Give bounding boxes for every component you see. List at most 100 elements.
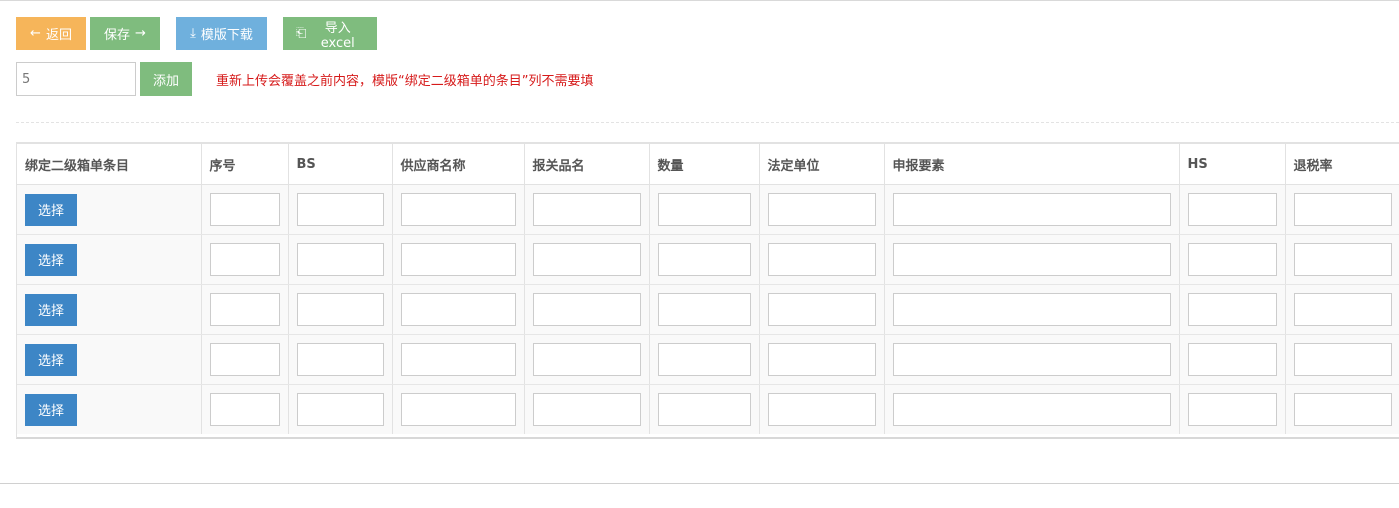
hs-cell xyxy=(1179,234,1286,285)
customs-name-input[interactable] xyxy=(532,343,641,376)
template-download-button[interactable]: ⤓ 模版下载 xyxy=(176,17,267,50)
bs-input[interactable] xyxy=(296,193,384,226)
quantity-input[interactable] xyxy=(657,293,751,326)
bs-input[interactable] xyxy=(296,243,384,276)
customs-name-cell xyxy=(524,234,650,285)
legal-unit-cell xyxy=(759,234,885,285)
add-button[interactable]: 添加 xyxy=(140,62,192,96)
legal-unit-input[interactable] xyxy=(767,193,876,226)
items-table-wrapper: 绑定二级箱单条目 序号 BS 供应商名称 报关品名 数量 法定单位 申报要素 H… xyxy=(16,142,1399,439)
seq-cell xyxy=(201,184,289,235)
tax-refund-rate-cell xyxy=(1285,234,1399,285)
bs-cell xyxy=(288,234,393,285)
col-header-seq: 序号 xyxy=(201,144,289,185)
supplier-input[interactable] xyxy=(400,243,516,276)
quantity-input[interactable] xyxy=(657,193,751,226)
supplier-input[interactable] xyxy=(400,293,516,326)
bs-cell xyxy=(288,384,393,434)
col-header-tax-refund-rate: 退税率 xyxy=(1285,144,1399,185)
col-header-bs: BS xyxy=(288,144,393,185)
col-header-declaration-elements: 申报要素 xyxy=(884,144,1180,185)
bs-input[interactable] xyxy=(296,293,384,326)
legal-unit-cell xyxy=(759,184,885,235)
tax-refund-rate-input[interactable] xyxy=(1293,293,1392,326)
legal-unit-input[interactable] xyxy=(767,293,876,326)
bs-input[interactable] xyxy=(296,343,384,376)
supplier-input[interactable] xyxy=(400,193,516,226)
seq-input[interactable] xyxy=(209,293,280,326)
file-import-icon: ⎗ xyxy=(296,26,307,41)
arrow-left-icon: ← xyxy=(30,26,41,41)
choose-button[interactable]: 选择 xyxy=(25,343,77,376)
choose-button[interactable]: 选择 xyxy=(25,393,77,426)
row-count-input[interactable] xyxy=(16,62,136,96)
choose-cell: 选择 xyxy=(17,234,202,285)
customs-name-input[interactable] xyxy=(532,193,641,226)
choose-button[interactable]: 选择 xyxy=(25,243,77,276)
quantity-cell xyxy=(649,184,760,235)
hs-input[interactable] xyxy=(1187,343,1277,376)
tax-refund-rate-cell xyxy=(1285,384,1399,434)
seq-input[interactable] xyxy=(209,343,280,376)
legal-unit-input[interactable] xyxy=(767,243,876,276)
quantity-input[interactable] xyxy=(657,243,751,276)
declaration-elements-cell xyxy=(884,284,1180,335)
quantity-input[interactable] xyxy=(657,343,751,376)
save-button[interactable]: 保存 → xyxy=(90,17,160,50)
import-excel-button[interactable]: ⎗ 导入excel xyxy=(283,17,377,51)
declaration-elements-input[interactable] xyxy=(892,243,1171,276)
declaration-elements-input[interactable] xyxy=(892,343,1171,376)
supplier-input[interactable] xyxy=(400,343,516,376)
choose-button[interactable]: 选择 xyxy=(25,293,77,326)
hs-cell xyxy=(1179,284,1286,335)
quantity-cell xyxy=(649,234,760,285)
tax-refund-rate-input[interactable] xyxy=(1293,393,1392,426)
col-header-bind-level2: 绑定二级箱单条目 xyxy=(17,144,202,185)
tax-refund-rate-input[interactable] xyxy=(1293,193,1392,226)
declaration-elements-cell xyxy=(884,384,1180,434)
hs-cell xyxy=(1179,334,1286,385)
hs-input[interactable] xyxy=(1187,193,1277,226)
seq-input[interactable] xyxy=(209,193,280,226)
tax-refund-rate-input[interactable] xyxy=(1293,343,1392,376)
seq-input[interactable] xyxy=(209,243,280,276)
customs-name-cell xyxy=(524,334,650,385)
seq-input[interactable] xyxy=(209,393,280,426)
hs-input[interactable] xyxy=(1187,393,1277,426)
declaration-elements-input[interactable] xyxy=(892,393,1171,426)
supplier-input[interactable] xyxy=(400,393,516,426)
hs-cell xyxy=(1179,184,1286,235)
quantity-input[interactable] xyxy=(657,393,751,426)
legal-unit-input[interactable] xyxy=(767,343,876,376)
choose-cell: 选择 xyxy=(17,284,202,335)
hs-input[interactable] xyxy=(1187,293,1277,326)
tax-refund-rate-input[interactable] xyxy=(1293,243,1392,276)
col-header-hs: HS xyxy=(1179,144,1286,185)
customs-name-input[interactable] xyxy=(532,393,641,426)
col-header-quantity: 数量 xyxy=(649,144,760,185)
top-divider xyxy=(0,0,1399,1)
supplier-cell xyxy=(392,384,525,434)
supplier-cell xyxy=(392,184,525,235)
choose-button[interactable]: 选择 xyxy=(25,193,77,226)
customs-name-input[interactable] xyxy=(532,293,641,326)
back-button[interactable]: ← 返回 xyxy=(16,17,86,50)
quantity-cell xyxy=(649,384,760,434)
legal-unit-cell xyxy=(759,384,885,434)
bs-input[interactable] xyxy=(296,393,384,426)
declaration-elements-input[interactable] xyxy=(892,193,1171,226)
bs-cell xyxy=(288,284,393,335)
supplier-cell xyxy=(392,334,525,385)
legal-unit-input[interactable] xyxy=(767,393,876,426)
download-icon: ⤓ xyxy=(190,26,196,41)
hs-cell xyxy=(1179,384,1286,434)
seq-cell xyxy=(201,234,289,285)
quantity-cell xyxy=(649,284,760,335)
table-row: 选择 xyxy=(17,284,1399,335)
hs-input[interactable] xyxy=(1187,243,1277,276)
table-row: 选择 xyxy=(17,184,1399,235)
declaration-elements-cell xyxy=(884,334,1180,385)
declaration-elements-input[interactable] xyxy=(892,293,1171,326)
customs-name-input[interactable] xyxy=(532,243,641,276)
col-header-customs-name: 报关品名 xyxy=(524,144,650,185)
